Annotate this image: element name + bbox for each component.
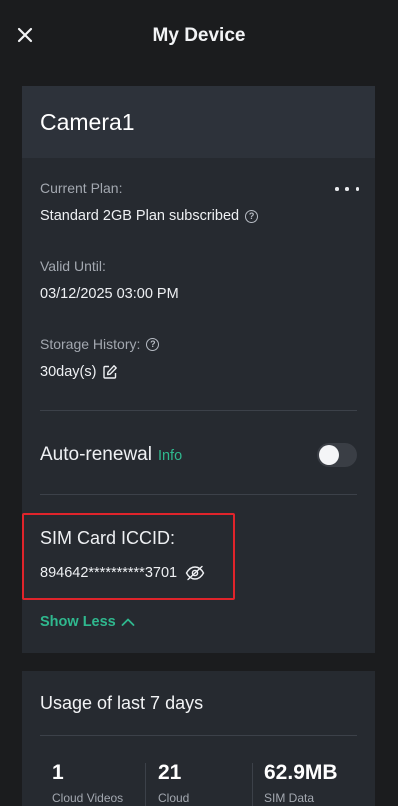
stat-separator: [252, 763, 253, 806]
sim-iccid-text: 894642**********3701: [40, 565, 178, 581]
stat-value: 62.9MB: [264, 761, 338, 784]
info-link[interactable]: Info: [158, 448, 182, 464]
chevron-up-icon: [121, 618, 135, 626]
show-less-button[interactable]: Show Less: [40, 614, 135, 630]
help-icon[interactable]: ?: [245, 209, 259, 223]
device-name: Camera1: [40, 108, 135, 135]
dot-icon: [335, 187, 339, 191]
stat-label: SIM Data: [264, 791, 315, 805]
storage-history-text: 30day(s): [40, 364, 97, 380]
stat-separator: [145, 763, 146, 806]
sim-iccid-label: SIM Card ICCID:: [40, 528, 176, 548]
show-less-label: Show Less: [40, 614, 116, 630]
edit-icon[interactable]: [102, 364, 118, 380]
toggle-knob: [319, 445, 339, 465]
device-card: Camera1 Current Plan: Standard 2GB Plan …: [22, 86, 375, 653]
divider: [40, 494, 357, 495]
valid-until-value: 03/12/2025 03:00 PM: [40, 286, 179, 302]
current-plan-text: Standard 2GB Plan subscribed: [40, 208, 240, 224]
sim-iccid-value: 894642**********3701: [40, 565, 205, 581]
auto-renewal-row: Auto-renewal Info: [40, 440, 357, 470]
more-options-button[interactable]: [335, 182, 359, 196]
stat-sim-data: 62.9MB SIM Data: [264, 761, 338, 805]
auto-renewal-left: Auto-renewal Info: [40, 444, 182, 466]
device-header: Camera1: [22, 86, 375, 158]
eye-hidden-icon[interactable]: [185, 565, 205, 581]
auto-renewal-toggle[interactable]: [317, 443, 357, 467]
sim-highlight-box: [22, 513, 235, 600]
close-icon: [17, 27, 33, 43]
stat-value: 1: [52, 761, 64, 784]
storage-history-label-row: Storage History: ?: [40, 336, 160, 352]
dot-icon: [355, 187, 359, 191]
divider: [40, 735, 357, 736]
stat-label: Cloud: [158, 791, 190, 805]
dot-icon: [345, 187, 349, 191]
stat-cloud-videos: 1 Cloud Videos: [52, 761, 123, 805]
divider: [40, 410, 357, 411]
usage-title: Usage of last 7 days: [40, 693, 204, 713]
stat-value: 21: [158, 761, 182, 784]
auto-renewal-label: Auto-renewal: [40, 444, 152, 465]
current-plan-value: Standard 2GB Plan subscribed ?: [40, 208, 259, 224]
top-bar: My Device: [0, 0, 398, 72]
current-plan-label: Current Plan:: [40, 180, 123, 196]
help-icon[interactable]: ?: [146, 337, 160, 351]
page-title: My Device: [152, 25, 246, 46]
stat-label: Cloud Videos: [52, 791, 124, 805]
stat-cloud: 21 Cloud: [158, 761, 189, 805]
close-button[interactable]: [14, 24, 36, 46]
storage-history-value: 30day(s): [40, 364, 118, 380]
storage-history-label: Storage History:: [40, 336, 141, 352]
usage-card: Usage of last 7 days 1 Cloud Videos 21 C…: [22, 671, 375, 806]
valid-until-label: Valid Until:: [40, 258, 106, 274]
